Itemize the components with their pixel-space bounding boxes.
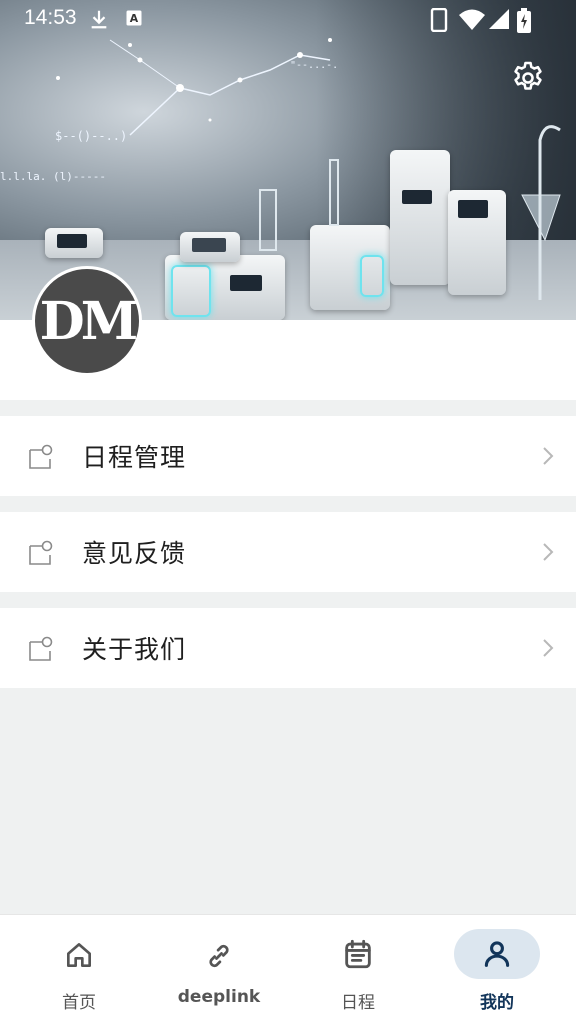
calendar-icon (345, 939, 371, 969)
menu-item-feedback[interactable]: 意见反馈 (0, 512, 576, 592)
bottom-navigation: 首页 deeplink 日程 我的 (0, 914, 576, 1024)
link-icon (209, 944, 229, 968)
card-icon (29, 636, 53, 661)
chevron-right-icon (543, 447, 554, 465)
text-notification-icon: A (126, 10, 142, 26)
nav-tab-label: 首页 (62, 993, 96, 1013)
svg-text:A: A (130, 12, 139, 25)
menu-item-label: 意见反馈 (82, 539, 187, 568)
chevron-right-icon (543, 543, 554, 561)
status-bar: 14:53 A (0, 0, 576, 40)
nav-tab-label: deeplink (177, 987, 261, 1007)
nav-tab-label: 日程 (341, 993, 375, 1013)
nav-tab-mine[interactable]: 我的 (425, 915, 569, 1024)
avatar[interactable]: DM (32, 266, 142, 376)
menu-item-label: 关于我们 (82, 635, 187, 664)
battery-charging-icon (517, 8, 531, 33)
menu-item-schedule-management[interactable]: 日程管理 (0, 416, 576, 496)
card-icon (29, 444, 53, 469)
phone-icon (430, 8, 448, 32)
menu-item-label: 日程管理 (82, 443, 187, 472)
nav-tab-label: 我的 (480, 993, 514, 1013)
download-icon (91, 10, 107, 29)
card-icon (29, 540, 53, 565)
wifi-icon (459, 9, 485, 30)
home-icon (67, 943, 91, 967)
nav-tab-schedule[interactable]: 日程 (286, 915, 430, 1024)
avatar-logo-text: DM (35, 269, 139, 373)
status-time: 14:53 (24, 6, 77, 29)
person-icon (484, 941, 510, 967)
chevron-right-icon (543, 639, 554, 657)
nav-tab-deeplink[interactable]: deeplink (147, 915, 291, 1024)
gear-icon[interactable] (510, 60, 546, 96)
cellular-signal-icon (489, 9, 509, 29)
menu-item-about-us[interactable]: 关于我们 (0, 608, 576, 688)
nav-tab-home[interactable]: 首页 (7, 915, 151, 1024)
